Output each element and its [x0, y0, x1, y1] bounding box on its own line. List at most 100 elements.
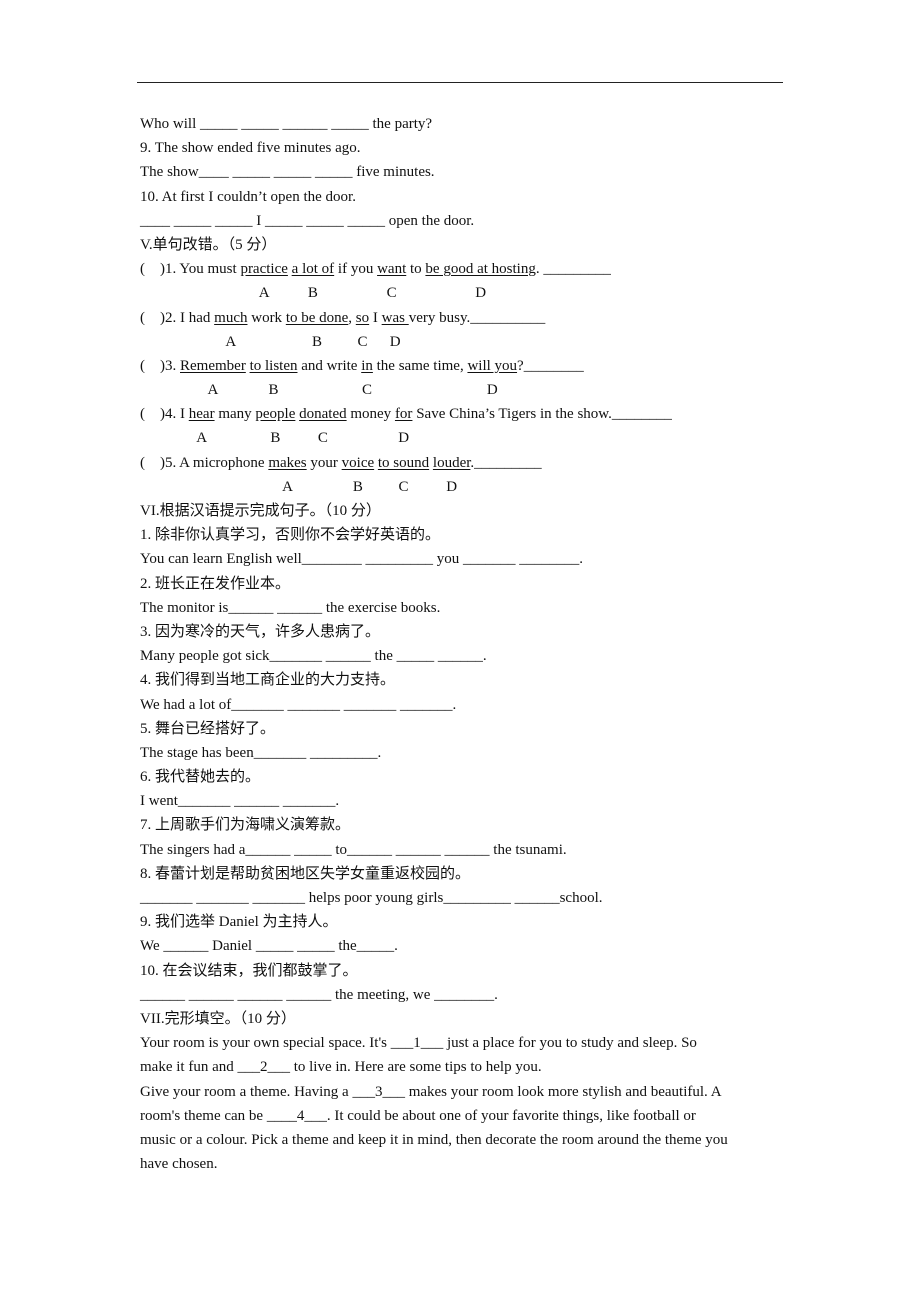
option-letter: D [475, 285, 487, 302]
underlined-option-text: hear [188, 406, 215, 423]
sentence-text: I [369, 309, 382, 326]
sentence-text: work [247, 309, 286, 326]
underlined-option-text: a lot of [291, 261, 335, 278]
underlined-option-text: louder [432, 454, 471, 471]
sentence-text: very busy.__________ [408, 309, 546, 326]
sentence-line: Who will _____ _____ ______ _____ the pa… [140, 116, 433, 132]
option-letter: D [486, 382, 498, 399]
option-letter: A [258, 285, 270, 302]
english-sentence: We had a lot of_______ _______ _______ _… [140, 696, 457, 713]
option-letters: A B C D [140, 330, 790, 354]
sentence-text: , [348, 309, 356, 326]
option-letter: B [307, 285, 318, 302]
option-letter: B [312, 333, 323, 350]
cloze-line: room's theme can be ____4___. It could b… [140, 1107, 696, 1124]
section-heading: V.单句改错。（5 分） [140, 236, 277, 253]
item-prefix: ( )3. [140, 357, 180, 374]
english-sentence: We ______ Daniel _____ _____ the_____. [140, 938, 398, 955]
item-prefix: ( )2. I had [140, 309, 215, 326]
cloze-line: music or a colour. Pick a theme and keep… [140, 1131, 728, 1148]
sentence-line: 9. The show ended five minutes ago. [140, 140, 361, 157]
sentence-text: and write [297, 357, 362, 374]
sentence-line: ____ _____ _____ I _____ _____ _____ ope… [140, 212, 475, 229]
header-rule [137, 82, 783, 83]
english-sentence: I went_______ ______ _______. [140, 793, 340, 810]
english-sentence: The monitor is______ ______ the exercise… [140, 599, 441, 616]
english-sentence: _______ _______ _______ helps poor young… [140, 890, 603, 906]
underlined-option-text: for [394, 406, 413, 423]
sentence-text: your [306, 454, 342, 471]
underlined-option-text: people [255, 406, 296, 423]
cloze-line: Give your room a theme. Having a ___3___… [140, 1083, 722, 1100]
option-letters: A B C D [140, 426, 790, 450]
underlined-option-text: practice [240, 261, 288, 278]
section-heading: VII.完形填空。（10 分） [140, 1010, 296, 1027]
underlined-option-text: was [381, 309, 409, 326]
underlined-option-text: donated [299, 406, 347, 423]
english-sentence: The singers had a______ _____ to______ _… [140, 841, 567, 858]
error-item: ( )2. I had much work to be done, so I w… [140, 306, 790, 330]
option-letter: A [196, 430, 208, 447]
option-letter: D [398, 430, 410, 447]
underlined-option-text: will you [467, 357, 518, 374]
option-letter: B [268, 382, 279, 399]
sentence-text: ?________ [517, 357, 584, 374]
option-letter: B [352, 478, 363, 495]
error-item: ( )1. You must practice a lot of if you … [140, 257, 790, 281]
item-prefix: ( )4. I [140, 406, 189, 423]
chinese-prompt: 3. 因为寒冷的天气，许多人患病了。 [140, 623, 381, 640]
chinese-prompt: 9. 我们选举 Daniel 为主持人。 [140, 914, 338, 931]
sentence-text: if you [334, 261, 378, 278]
cloze-line: Your room is your own special space. It'… [140, 1035, 697, 1052]
document-body: Who will _____ _____ ______ _____ the pa… [140, 112, 790, 1176]
chinese-prompt: 4. 我们得到当地工商企业的大力支持。 [140, 672, 396, 689]
cloze-line: make it fun and ___2___ to live in. Here… [140, 1059, 542, 1076]
sentence-text: many [214, 406, 256, 423]
option-letter: D [446, 478, 458, 495]
underlined-option-text: to listen [249, 357, 298, 374]
underlined-option-text: want [377, 261, 407, 278]
chinese-prompt: 6. 我代替她去的。 [140, 769, 261, 786]
underlined-option-text: so [355, 309, 370, 326]
option-letter: C [398, 478, 409, 495]
underlined-option-text: be good at hosting [425, 261, 536, 278]
sentence-text: . _________ [535, 261, 611, 278]
underlined-option-text: makes [268, 454, 307, 471]
chinese-prompt: 1. 除非你认真学习，否则你不会学好英语的。 [140, 527, 441, 544]
chinese-prompt: 5. 舞台已经搭好了。 [140, 720, 276, 737]
english-sentence: Many people got sick_______ ______ the _… [140, 648, 487, 665]
chinese-prompt: 7. 上周歌手们为海啸义演筹款。 [140, 817, 351, 834]
sentence-line: The show____ _____ _____ _____ five minu… [140, 164, 435, 181]
chinese-prompt: 10. 在会议结束，我们都鼓掌了。 [140, 962, 358, 979]
chinese-prompt: 2. 班长正在发作业本。 [140, 575, 291, 592]
sentence-text: the same time, [372, 357, 468, 374]
option-letter: C [386, 285, 397, 302]
part4-tail: Who will _____ _____ ______ _____ the pa… [140, 112, 790, 233]
underlined-option-text: Remember [180, 357, 246, 374]
option-letters: A B C D [140, 281, 790, 305]
sentence-text: Save China’s Tigers in the show.________ [412, 406, 672, 423]
error-item: ( )4. I hear many people donated money f… [140, 402, 790, 426]
option-letter: C [357, 333, 368, 350]
section-heading: VI.根据汉语提示完成句子。（10 分） [140, 503, 381, 519]
part5-section: V.单句改错。（5 分） ( )1. You must practice a l… [140, 233, 790, 499]
option-letter: B [270, 430, 281, 447]
error-correction-items: ( )1. You must practice a lot of if you … [140, 257, 790, 499]
item-prefix: ( )5. A microphone [140, 454, 269, 471]
part7-section: VII.完形填空。（10 分） Your room is your own sp… [140, 1007, 790, 1176]
option-letter: A [207, 382, 219, 399]
chinese-prompt: 8. 春蕾计划是帮助贫困地区失学女童重返校园的。 [140, 865, 471, 882]
underlined-option-text: to sound [377, 454, 430, 471]
english-sentence: You can learn English well________ _____… [140, 551, 584, 568]
option-letter: A [282, 478, 293, 495]
option-letter: A [225, 333, 237, 350]
underlined-option-text: much [214, 309, 248, 326]
error-item: ( )5. A microphone makes your voice to s… [140, 451, 790, 475]
english-sentence: ______ ______ ______ ______ the meeting,… [140, 986, 498, 1003]
option-letter: C [362, 382, 373, 399]
underlined-option-text: in [361, 357, 373, 374]
sentence-text: to [406, 261, 426, 278]
option-letter: C [317, 430, 328, 447]
item-prefix: ( )1. You must [140, 261, 241, 278]
sentence-text: money [346, 406, 395, 423]
